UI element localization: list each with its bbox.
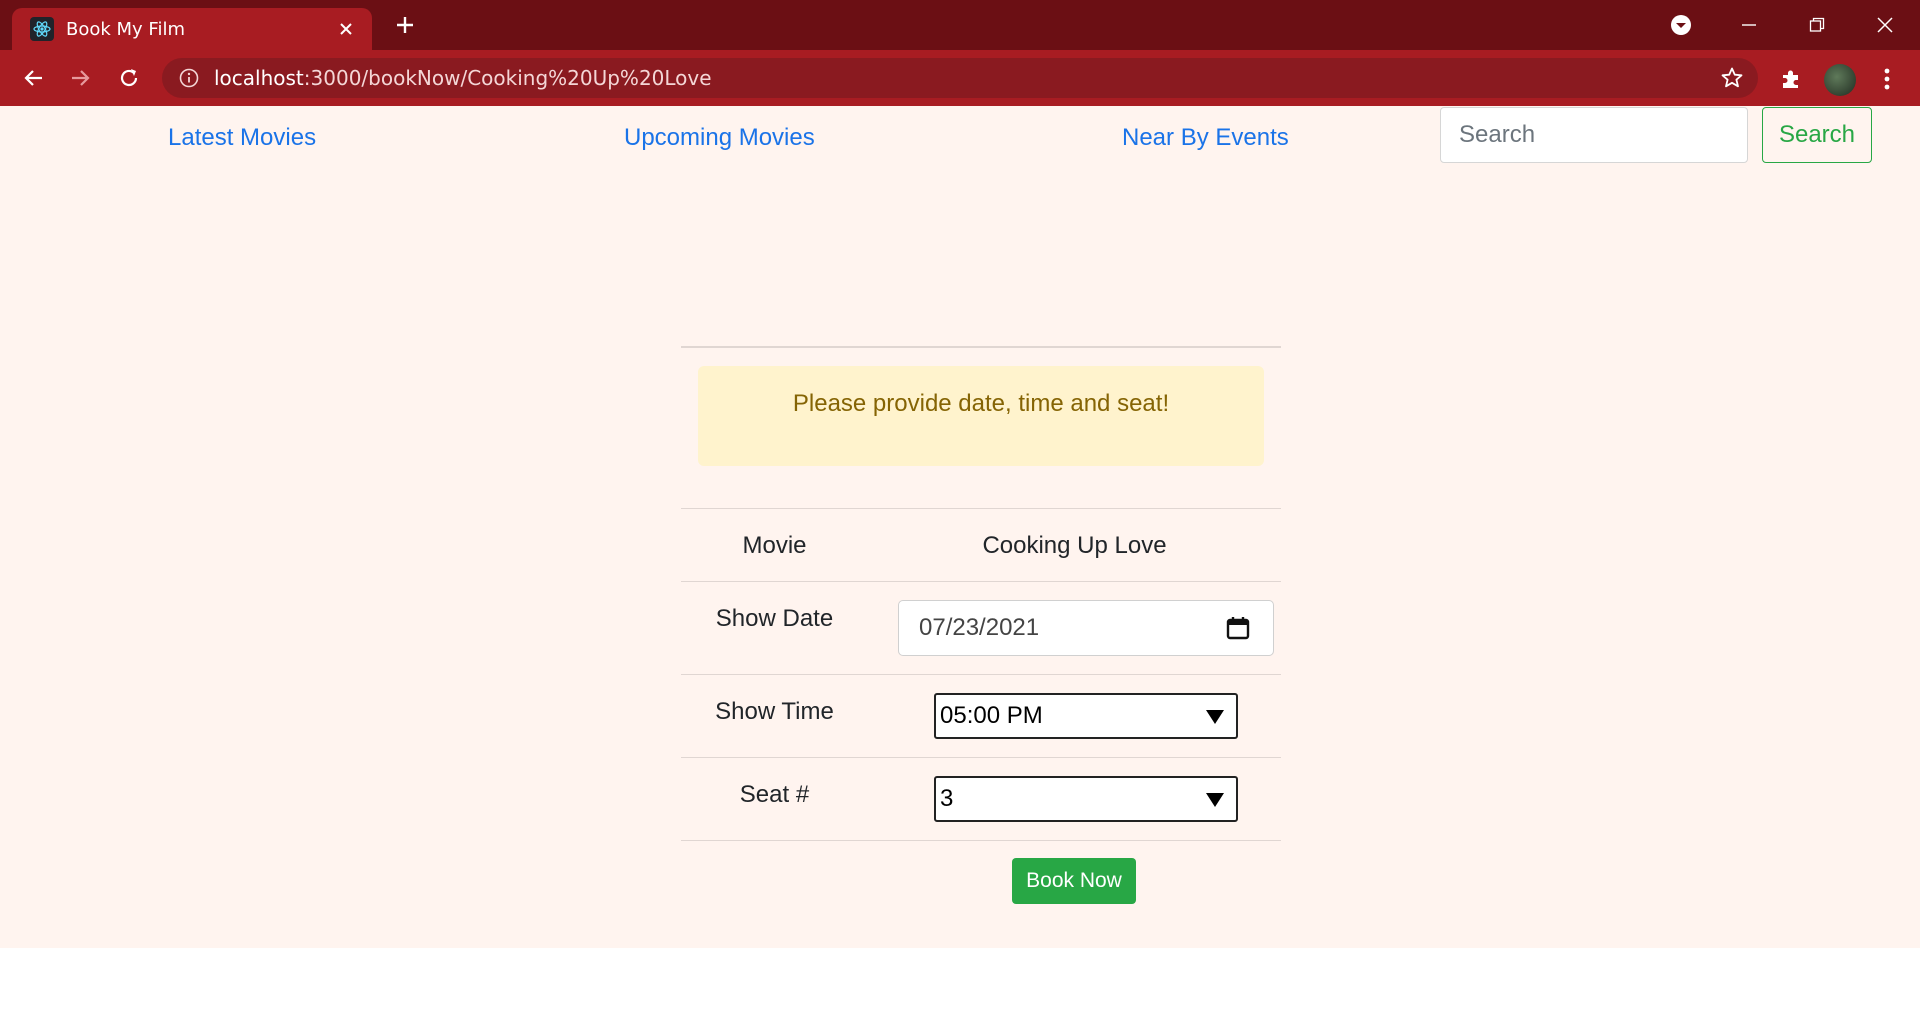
search-button[interactable]: Search <box>1762 107 1872 163</box>
booking-table: Movie Cooking Up Love Show Date 07/23/20… <box>681 508 1281 921</box>
chevron-down-icon <box>1206 710 1224 724</box>
close-tab-icon[interactable] <box>334 17 358 41</box>
actions-row: Book Now <box>681 840 1281 921</box>
info-icon[interactable] <box>178 67 200 89</box>
page-content: Latest Movies Upcoming Movies Near By Ev… <box>0 106 1920 948</box>
booking-form: Please provide date, time and seat! Movi… <box>681 346 1281 921</box>
chevron-down-icon <box>1206 793 1224 807</box>
book-now-button[interactable]: Book Now <box>1012 858 1136 904</box>
close-window-icon[interactable] <box>1870 10 1900 40</box>
search-input[interactable] <box>1440 107 1748 163</box>
back-arrow-icon[interactable] <box>18 63 48 93</box>
profile-avatar[interactable] <box>1824 64 1856 96</box>
url-path: :3000/bookNow/Cooking%20Up%20Love <box>303 66 712 90</box>
movie-title: Cooking Up Love <box>982 532 1167 559</box>
browser-tab-strip: Book My Film <box>0 0 1920 50</box>
show-date-value: 07/23/2021 <box>919 614 1040 641</box>
seat-select[interactable]: 3 <box>934 776 1238 822</box>
tab-search-icon[interactable] <box>1666 10 1696 40</box>
url-host: localhost <box>214 66 304 90</box>
forward-arrow-icon[interactable] <box>66 63 96 93</box>
show-date-input[interactable]: 07/23/2021 <box>898 600 1274 656</box>
show-time-value: 05:00 PM <box>940 702 1043 729</box>
extensions-puzzle-icon[interactable] <box>1776 64 1806 94</box>
browser-tab[interactable]: Book My Film <box>12 8 372 50</box>
show-date-row: Show Date 07/23/2021 <box>681 581 1281 674</box>
top-navbar: Latest Movies Upcoming Movies Near By Ev… <box>0 106 1920 166</box>
movie-label: Movie <box>742 532 807 559</box>
react-logo-icon <box>30 17 54 41</box>
show-time-label: Show Time <box>715 698 834 725</box>
show-date-label: Show Date <box>715 605 834 632</box>
movie-row: Movie Cooking Up Love <box>681 508 1281 581</box>
show-time-row: Show Time 05:00 PM <box>681 674 1281 757</box>
bookmark-star-icon[interactable] <box>1720 66 1744 90</box>
seat-value: 3 <box>940 785 954 812</box>
nav-latest-movies[interactable]: Latest Movies <box>168 124 316 152</box>
seat-label: Seat # <box>739 781 810 808</box>
nav-upcoming-movies[interactable]: Upcoming Movies <box>624 124 815 152</box>
divider <box>681 346 1281 348</box>
browser-menu-icon[interactable] <box>1872 64 1902 94</box>
tab-title: Book My Film <box>66 18 186 40</box>
seat-row: Seat # 3 <box>681 757 1281 840</box>
minimize-icon[interactable] <box>1734 10 1764 40</box>
address-bar[interactable]: localhost:3000/bookNow/Cooking%20Up%20Lo… <box>162 58 1758 98</box>
calendar-icon[interactable] <box>1225 615 1251 641</box>
validation-alert: Please provide date, time and seat! <box>698 366 1264 466</box>
restore-icon[interactable] <box>1802 10 1832 40</box>
new-tab-icon[interactable] <box>392 12 418 38</box>
show-time-select[interactable]: 05:00 PM <box>934 693 1238 739</box>
reload-icon[interactable] <box>114 63 144 93</box>
browser-toolbar: localhost:3000/bookNow/Cooking%20Up%20Lo… <box>0 50 1920 106</box>
nav-near-by-events[interactable]: Near By Events <box>1122 124 1289 152</box>
